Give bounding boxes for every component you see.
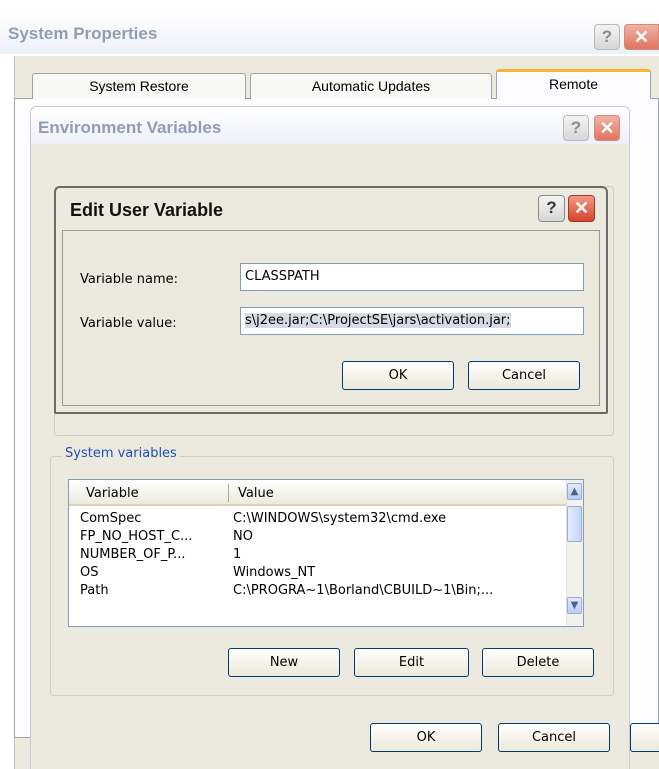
variable-name-input[interactable]: CLASSPATH [240, 263, 584, 291]
scrollbar-thumb[interactable] [567, 506, 582, 542]
system-variables-label: System variables [62, 446, 180, 461]
help-icon[interactable]: ? [594, 24, 620, 50]
list-item-name[interactable]: FP_NO_HOST_C... [80, 529, 192, 547]
tab-system-restore[interactable]: System Restore [32, 73, 246, 99]
close-icon[interactable]: ✕ [624, 24, 659, 50]
env-cancel-button[interactable]: Cancel [498, 723, 610, 752]
list-item-value[interactable]: NO [233, 529, 253, 547]
close-icon[interactable]: ✕ [594, 115, 620, 141]
list-item-value[interactable]: C:\PROGRA~1\Borland\CBUILD~1\Bin;... [233, 583, 493, 601]
column-separator[interactable] [228, 484, 229, 502]
variable-value-input[interactable]: s\j2ee.jar;C:\ProjectSE\jars\activation.… [240, 307, 584, 335]
variable-value-label: Variable value: [80, 316, 177, 331]
list-item-value[interactable]: Windows_NT [233, 565, 315, 583]
edit-button[interactable]: Edit [354, 648, 469, 677]
edit-user-variable-title: Edit User Variable [70, 200, 224, 220]
scroll-down-icon[interactable]: ▼ [567, 597, 582, 614]
list-item-name[interactable]: ComSpec [80, 511, 141, 529]
help-icon[interactable]: ? [538, 195, 565, 222]
cancel-button[interactable]: Cancel [468, 361, 580, 390]
system-properties-cancel-button[interactable] [630, 723, 659, 752]
help-icon[interactable]: ? [563, 115, 589, 141]
system-properties-title: System Properties [8, 24, 158, 43]
close-icon[interactable]: ✕ [568, 195, 595, 222]
list-item-name[interactable]: Path [80, 583, 109, 601]
env-ok-button[interactable]: OK [370, 723, 482, 752]
list-item-name[interactable]: NUMBER_OF_P... [80, 547, 186, 565]
delete-button[interactable]: Delete [482, 648, 594, 677]
list-item-name[interactable]: OS [80, 565, 98, 583]
variable-name-label: Variable name: [80, 272, 179, 287]
variable-value-text: s\j2ee.jar;C:\ProjectSE\jars\activation.… [245, 313, 511, 328]
tab-remote[interactable]: Remote [496, 69, 651, 99]
scroll-up-icon[interactable]: ▲ [567, 483, 582, 500]
list-header [69, 480, 566, 506]
list-item-value[interactable]: C:\WINDOWS\system32\cmd.exe [233, 511, 446, 529]
ok-button[interactable]: OK [342, 361, 454, 390]
environment-variables-title: Environment Variables [38, 118, 222, 137]
new-button[interactable]: New [228, 648, 340, 677]
list-item-value[interactable]: 1 [233, 547, 241, 565]
tab-automatic-updates[interactable]: Automatic Updates [250, 73, 492, 99]
column-header-variable[interactable]: Variable [86, 486, 139, 501]
column-header-value[interactable]: Value [238, 486, 274, 501]
